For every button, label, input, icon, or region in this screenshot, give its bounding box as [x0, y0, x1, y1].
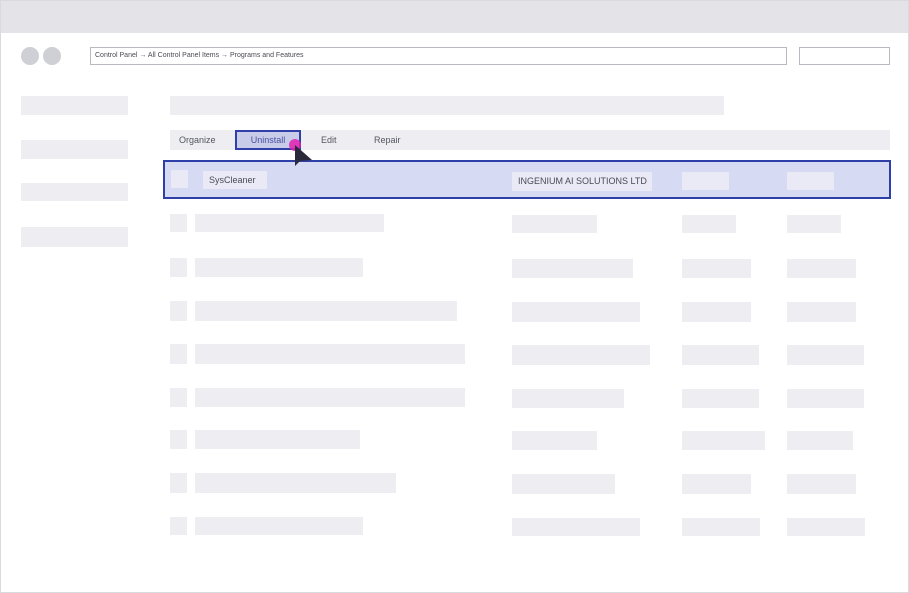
sidebar-item[interactable] [21, 227, 128, 247]
program-publisher: INGENIUM AI SOLUTIONS LTD [512, 172, 652, 191]
mouse-pointer-icon [289, 139, 312, 166]
program-installed-on [682, 259, 751, 278]
program-name [195, 301, 457, 321]
program-name [195, 473, 396, 493]
program-size [787, 215, 841, 233]
program-installed-on [682, 215, 736, 233]
repair-button[interactable]: Repair [374, 130, 401, 150]
program-size [787, 474, 856, 494]
program-publisher [512, 259, 633, 278]
program-icon [170, 430, 187, 449]
sidebar-item[interactable] [21, 96, 128, 115]
search-input[interactable] [799, 47, 890, 65]
program-publisher [512, 474, 615, 494]
program-icon [170, 517, 187, 535]
forward-button[interactable] [43, 47, 61, 65]
program-installed-on [682, 389, 759, 408]
program-installed-on [682, 518, 760, 536]
program-icon [170, 258, 187, 277]
sidebar-item[interactable] [21, 140, 128, 159]
edit-button[interactable]: Edit [321, 130, 337, 150]
program-name [195, 517, 363, 535]
program-name [195, 258, 363, 277]
program-size [787, 389, 864, 408]
program-size [787, 259, 856, 278]
program-name [195, 344, 465, 364]
program-icon [171, 170, 188, 188]
program-publisher [512, 302, 640, 322]
program-size [787, 302, 856, 322]
program-publisher [512, 215, 597, 233]
organize-button[interactable]: Organize [179, 130, 216, 150]
program-icon [170, 344, 187, 364]
program-installed-on [682, 345, 759, 365]
program-publisher [512, 389, 624, 408]
program-size [787, 431, 853, 450]
back-button[interactable] [21, 47, 39, 65]
sidebar-item[interactable] [21, 183, 128, 201]
program-name [195, 430, 360, 449]
program-publisher [512, 345, 650, 365]
program-installed-on [682, 172, 729, 190]
program-publisher [512, 518, 640, 536]
program-name [195, 214, 384, 232]
program-name [195, 388, 465, 407]
page-heading [170, 96, 724, 115]
program-size [787, 345, 864, 365]
program-name: SysCleaner [203, 171, 267, 189]
program-publisher [512, 431, 597, 450]
program-installed-on [682, 474, 751, 494]
program-size [787, 172, 834, 190]
program-icon [170, 388, 187, 407]
address-bar[interactable]: Control Panel → All Control Panel Items … [90, 47, 787, 65]
address-path: Control Panel → All Control Panel Items … [95, 52, 304, 59]
program-icon [170, 473, 187, 493]
table-row-selected[interactable]: SysCleaner INGENIUM AI SOLUTIONS LTD [163, 160, 891, 199]
program-installed-on [682, 431, 765, 450]
program-installed-on [682, 302, 751, 322]
program-size [787, 518, 865, 536]
programs-and-features-window: Control Panel → All Control Panel Items … [0, 0, 909, 593]
program-icon [170, 301, 187, 321]
title-bar [1, 1, 908, 33]
program-icon [170, 214, 187, 232]
